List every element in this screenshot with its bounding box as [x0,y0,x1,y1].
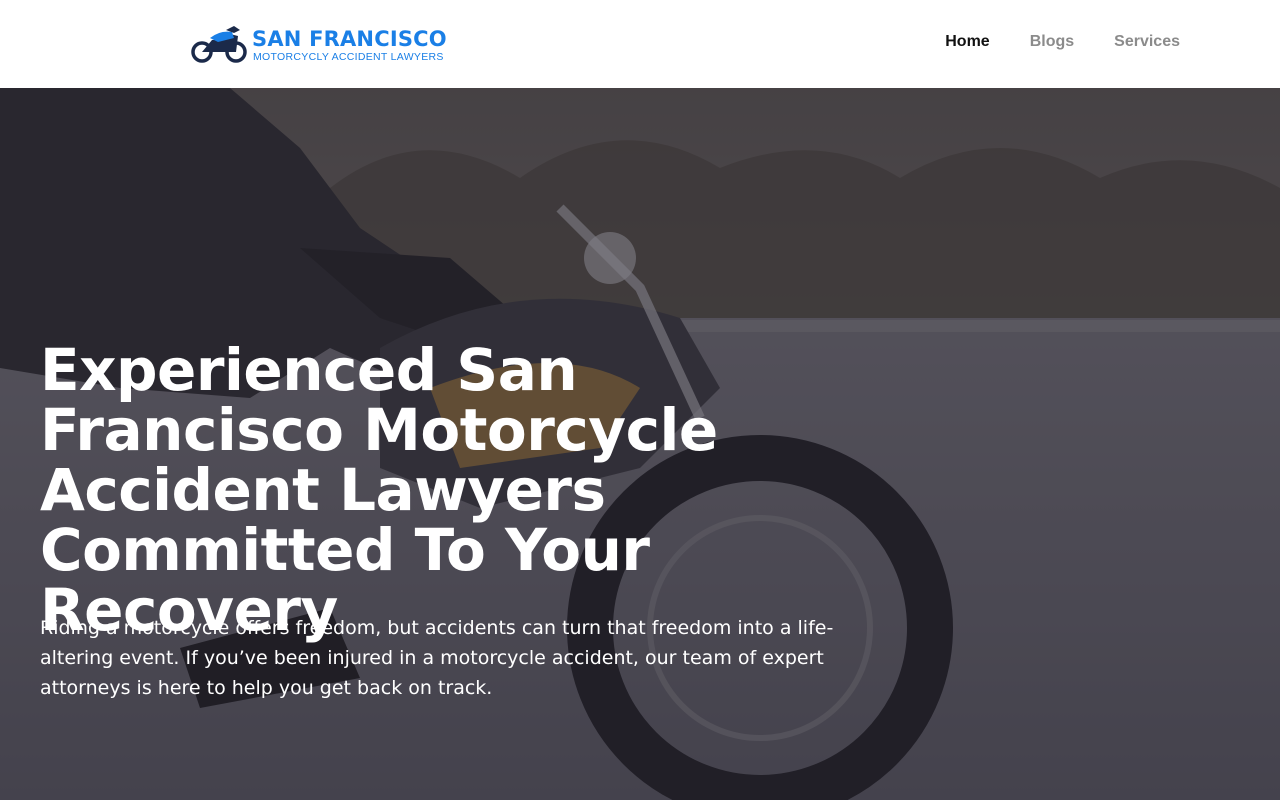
nav-blogs-link[interactable]: Blogs [1030,32,1074,52]
hero-description: Riding a motorcycle offers freedom, but … [40,617,834,699]
nav-services-link[interactable]: Services [1114,32,1180,52]
site-logo[interactable]: SAN FRANCISCO MOTORCYCLY ACCIDENT LAWYER… [190,22,462,66]
logo-subtitle: MOTORCYCLY ACCIDENT LAWYERS [253,51,444,63]
motorcycle-icon [191,26,247,63]
site-header: SAN FRANCISCO MOTORCYCLY ACCIDENT LAWYER… [0,0,1280,88]
main-nav: Home Blogs Services [945,32,1180,52]
hero-title: Experienced San Francisco Motorcycle Acc… [40,336,718,644]
hero-section: Experienced San Francisco Motorcycle Acc… [0,88,1280,800]
nav-home-link[interactable]: Home [945,32,989,52]
logo-title: SAN FRANCISCO [252,27,447,51]
